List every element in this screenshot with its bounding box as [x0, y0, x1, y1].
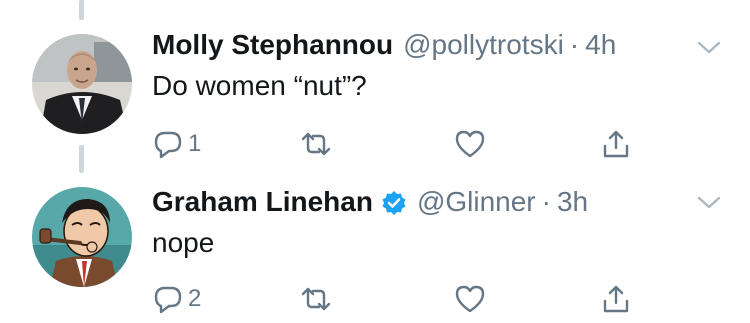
- display-name[interactable]: Molly Stephannou: [152, 29, 393, 61]
- tweet-actions: 2: [152, 281, 642, 317]
- suited-man-avatar: [32, 34, 132, 134]
- retweet-button[interactable]: [300, 281, 332, 317]
- separator-dot: ·: [541, 186, 551, 217]
- user-handle[interactable]: @pollytrotski: [403, 29, 564, 61]
- tweet-text: nope: [152, 227, 215, 258]
- reply-button[interactable]: 1: [152, 126, 201, 162]
- retweet-button[interactable]: [300, 126, 332, 162]
- avatar[interactable]: [32, 187, 132, 287]
- verified-badge-icon: [382, 191, 406, 215]
- retweet-icon: [301, 287, 331, 311]
- timestamp[interactable]: 3h: [557, 186, 588, 218]
- tweet-actions: 1: [152, 126, 642, 162]
- like-button[interactable]: [454, 126, 486, 162]
- chevron-down-icon[interactable]: [696, 40, 722, 56]
- reply-icon: [154, 131, 182, 159]
- reply-count: 2: [188, 285, 202, 312]
- like-button[interactable]: [454, 281, 486, 317]
- retweet-icon: [301, 132, 331, 156]
- display-name[interactable]: Graham Linehan: [152, 186, 373, 218]
- tweet[interactable]: Molly Stephannou @pollytrotski · 4h Do w…: [0, 0, 750, 165]
- share-icon: [603, 130, 629, 158]
- cartoon-pipe-smoker-avatar: [32, 187, 132, 287]
- tweet[interactable]: Graham Linehan @Glinner · 3h nope 2: [0, 165, 750, 323]
- avatar[interactable]: [32, 34, 132, 134]
- reply-count: 1: [188, 130, 202, 157]
- heart-icon: [455, 130, 485, 158]
- chevron-down-icon[interactable]: [696, 195, 722, 211]
- heart-icon: [455, 285, 485, 313]
- user-handle[interactable]: @Glinner: [417, 186, 536, 218]
- tweet-header: Molly Stephannou @pollytrotski · 4h: [152, 27, 616, 63]
- reply-icon: [154, 286, 182, 314]
- separator-dot: ·: [569, 29, 580, 60]
- share-icon: [603, 285, 629, 313]
- share-button[interactable]: [600, 281, 632, 317]
- tweet-text: Do women “nut”?: [152, 70, 367, 101]
- tweet-header: Graham Linehan @Glinner · 3h: [152, 184, 588, 220]
- share-button[interactable]: [600, 126, 632, 162]
- reply-button[interactable]: 2: [152, 281, 201, 317]
- timestamp[interactable]: 4h: [585, 29, 616, 61]
